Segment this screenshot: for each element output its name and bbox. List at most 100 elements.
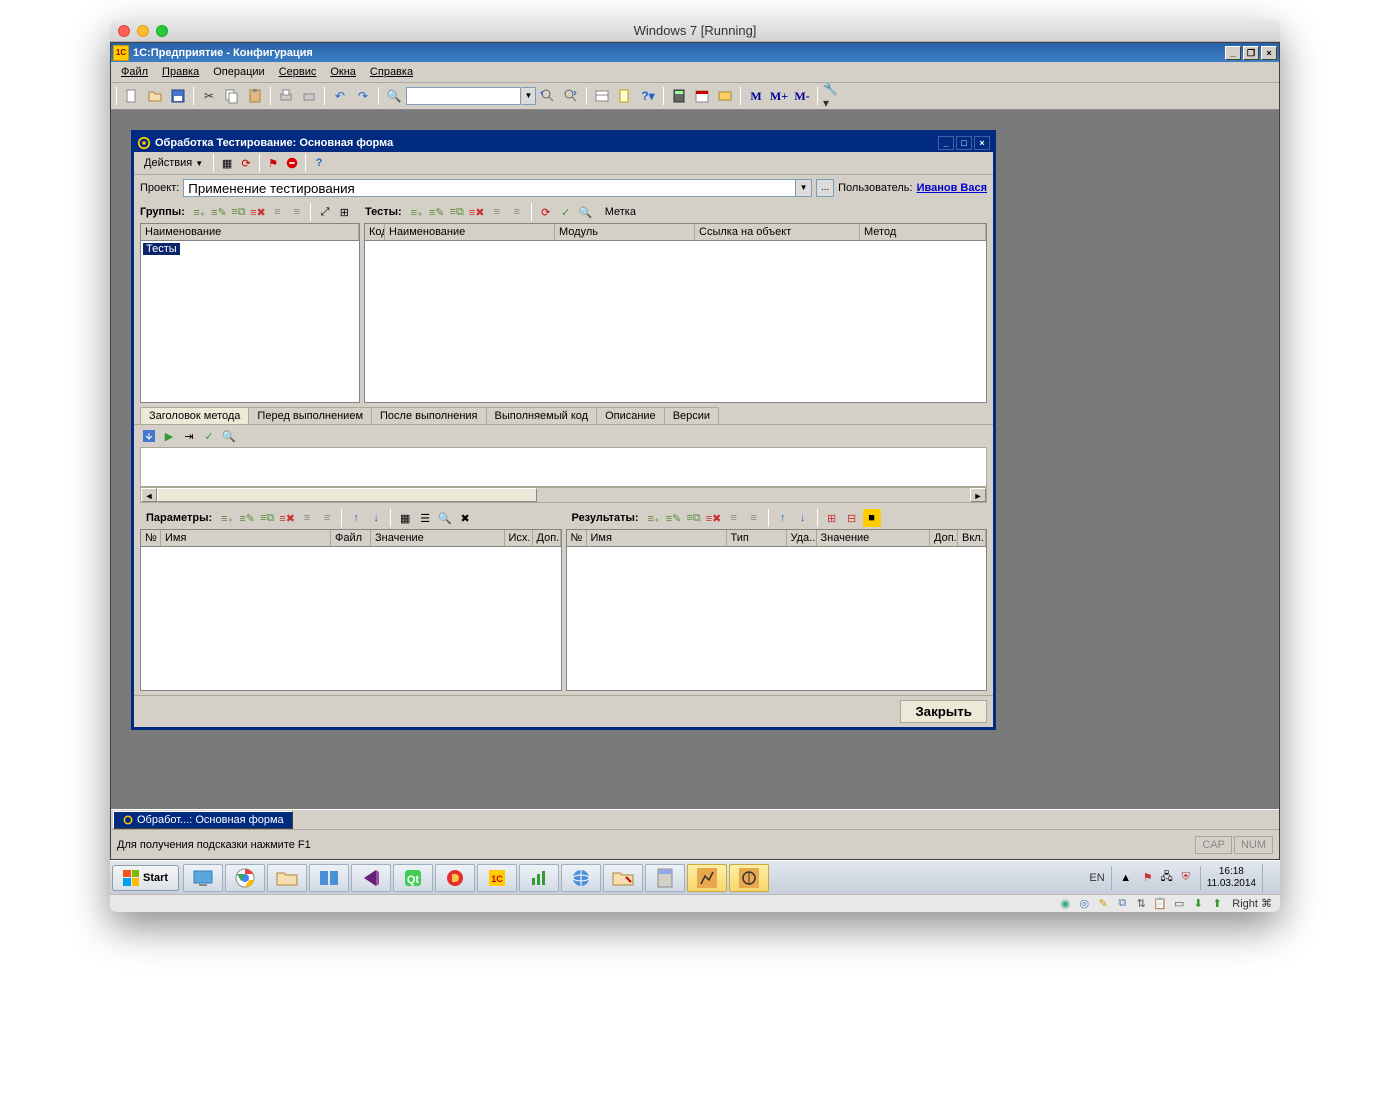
app-close-button[interactable]: ×: [1261, 46, 1277, 60]
code-save-icon[interactable]: [140, 427, 158, 445]
params-edit-icon[interactable]: ≡✎: [238, 509, 256, 527]
results-copy-icon[interactable]: ≡⧉: [685, 509, 703, 527]
groups-list-icon[interactable]: ⊞: [336, 203, 353, 221]
app-minimize-button[interactable]: _: [1225, 46, 1241, 60]
tests-search-icon[interactable]: 🔍: [577, 203, 595, 221]
vb-disk-icon[interactable]: ◉: [1057, 896, 1073, 912]
undo-icon[interactable]: ↶: [329, 85, 351, 107]
open-icon[interactable]: [144, 85, 166, 107]
tests-refresh-icon[interactable]: ⟳: [537, 203, 555, 221]
tray-expand-icon[interactable]: ▲: [1118, 870, 1134, 886]
results-flag-icon[interactable]: ■: [863, 509, 881, 527]
start-button[interactable]: Start: [112, 865, 179, 891]
calendar-icon[interactable]: [691, 85, 713, 107]
groups-add-icon[interactable]: ≡₊: [191, 203, 208, 221]
project-more-button[interactable]: ...: [816, 179, 834, 197]
vb-folder-icon[interactable]: ⧉: [1114, 896, 1130, 912]
results-move2-icon[interactable]: ≡: [745, 509, 763, 527]
m-memory-button[interactable]: M: [745, 85, 767, 107]
results-move1-icon[interactable]: ≡: [725, 509, 743, 527]
menu-service[interactable]: Сервис: [273, 64, 323, 80]
child-close-button[interactable]: ×: [974, 136, 990, 150]
results-edit-icon[interactable]: ≡✎: [665, 509, 683, 527]
search-dropdown[interactable]: ▼: [522, 87, 536, 105]
tests-move2-icon[interactable]: ≡: [508, 203, 526, 221]
help-dropdown-icon[interactable]: ?▾: [637, 85, 659, 107]
code-magnify-icon[interactable]: 🔍: [220, 427, 238, 445]
tree-item-tests[interactable]: Тесты: [143, 243, 180, 255]
results-tree-icon[interactable]: ⊞: [823, 509, 841, 527]
results-up-icon[interactable]: ↑: [774, 509, 792, 527]
menu-file[interactable]: Файл: [115, 64, 154, 80]
vb-screen-icon[interactable]: ▭: [1171, 896, 1187, 912]
code-hscroll[interactable]: ◄ ►: [140, 487, 987, 503]
redo-icon[interactable]: ↷: [352, 85, 374, 107]
tab-description[interactable]: Описание: [596, 407, 665, 424]
stop-icon[interactable]: [283, 154, 301, 172]
params-search-icon[interactable]: 🔍: [436, 509, 454, 527]
search-input[interactable]: [406, 87, 521, 105]
tab-versions[interactable]: Версии: [664, 407, 719, 424]
results-add-icon[interactable]: ≡₊: [645, 509, 663, 527]
code-check-icon[interactable]: ✓: [200, 427, 218, 445]
new-doc-icon[interactable]: [121, 85, 143, 107]
list-icon[interactable]: ▦: [218, 154, 236, 172]
tests-check-icon[interactable]: ✓: [557, 203, 575, 221]
vb-clipboard-icon[interactable]: 📋: [1152, 896, 1168, 912]
taskbar-app-browser[interactable]: [561, 864, 601, 892]
groups-expand-icon[interactable]: ⤢: [316, 203, 333, 221]
tab-before-exec[interactable]: Перед выполнением: [248, 407, 372, 424]
taskbar-app-folder2[interactable]: [603, 864, 643, 892]
binoculars-icon[interactable]: 🔍: [383, 85, 405, 107]
menu-edit[interactable]: Правка: [156, 64, 205, 80]
tray-flag-icon[interactable]: ⚑: [1140, 870, 1156, 886]
refresh-icon[interactable]: ⟳: [237, 154, 255, 172]
project-dropdown-button[interactable]: ▼: [796, 179, 812, 197]
tray-network-icon[interactable]: 🖧: [1159, 870, 1175, 886]
taskbar-app-drawing1[interactable]: [687, 864, 727, 892]
taskbar-app-explorer[interactable]: [267, 864, 307, 892]
results-table-icon[interactable]: ⊟: [843, 509, 861, 527]
app-restore-button[interactable]: ❐: [1243, 46, 1259, 60]
params-copy-icon[interactable]: ≡⧉: [258, 509, 276, 527]
help-icon[interactable]: ?: [310, 154, 328, 172]
groups-delete-icon[interactable]: ≡✖: [249, 203, 267, 221]
taskbar-app-qt[interactable]: Qt: [393, 864, 433, 892]
catalog-icon[interactable]: [591, 85, 613, 107]
params-table-icon[interactable]: ▦: [396, 509, 414, 527]
tab-after-exec[interactable]: После выполнения: [371, 407, 487, 424]
tray-clock[interactable]: 16:18 11.03.2014: [1207, 866, 1256, 890]
tests-move-icon[interactable]: ≡: [488, 203, 506, 221]
params-up-icon[interactable]: ↑: [347, 509, 365, 527]
flag-icon[interactable]: ⚑: [264, 154, 282, 172]
tool-extra-icon[interactable]: [714, 85, 736, 107]
scroll-thumb[interactable]: [157, 488, 537, 502]
taskbar-app-1c[interactable]: 1C: [477, 864, 517, 892]
groups-move-icon[interactable]: ≡: [269, 203, 286, 221]
params-del-icon[interactable]: ≡✖: [278, 509, 296, 527]
taskbar-app-totalcmd[interactable]: [309, 864, 349, 892]
tests-delete-icon[interactable]: ≡✖: [468, 203, 486, 221]
find-next-icon[interactable]: [560, 85, 582, 107]
close-button[interactable]: Закрыть: [900, 700, 987, 723]
menu-help[interactable]: Справка: [364, 64, 419, 80]
actions-dropdown[interactable]: Действия ▼: [138, 155, 209, 171]
results-grid[interactable]: № Имя Тип Уда... Значение Доп. Вкл.: [566, 529, 988, 691]
params-list-icon[interactable]: ☰: [416, 509, 434, 527]
vb-pencil-icon[interactable]: ✎: [1095, 896, 1111, 912]
tab-method-header[interactable]: Заголовок метода: [140, 407, 249, 424]
calculator-icon[interactable]: [668, 85, 690, 107]
vb-mouse-icon[interactable]: ⬇: [1190, 896, 1206, 912]
groups-grid[interactable]: Наименование Тесты: [140, 223, 360, 403]
code-editor[interactable]: [140, 447, 987, 487]
cut-icon[interactable]: ✂: [198, 85, 220, 107]
vb-cd-icon[interactable]: ◎: [1076, 896, 1092, 912]
scroll-left-icon[interactable]: ◄: [141, 488, 157, 502]
vb-keyboard-icon[interactable]: ⬆: [1209, 896, 1225, 912]
params-add-icon[interactable]: ≡₊: [218, 509, 236, 527]
code-step-icon[interactable]: ⇥: [180, 427, 198, 445]
project-select[interactable]: [183, 179, 796, 197]
results-del-icon[interactable]: ≡✖: [705, 509, 723, 527]
params-clear-icon[interactable]: ✖: [456, 509, 474, 527]
child-minimize-button[interactable]: _: [938, 136, 954, 150]
